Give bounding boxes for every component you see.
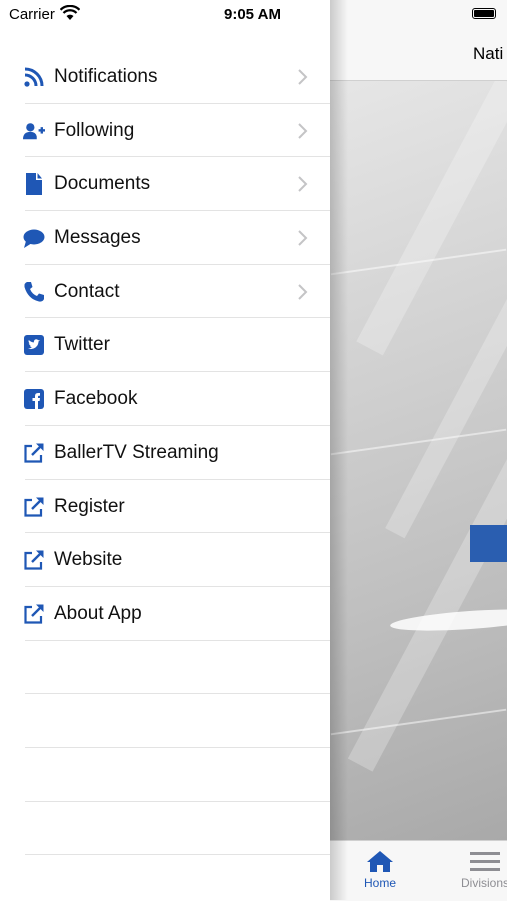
tab-home[interactable]: Home — [350, 849, 410, 890]
home-icon — [367, 851, 393, 872]
menu-item-facebook[interactable]: Facebook — [24, 372, 330, 426]
app-screen[interactable]: Nati Home Divisions — [330, 0, 507, 901]
chevron-right-icon — [298, 69, 308, 85]
menu-item-label: Following — [54, 119, 135, 141]
menu-item-documents[interactable]: Documents — [25, 157, 330, 212]
tab-divisions-label: Divisions — [460, 876, 507, 890]
wifi-icon — [60, 5, 80, 20]
external-link-icon — [24, 604, 44, 624]
menu-icon — [470, 852, 500, 871]
tab-bar: Home Divisions — [330, 840, 507, 901]
empty-row — [25, 694, 330, 748]
tab-divisions[interactable]: Divisions — [450, 849, 507, 890]
chevron-right-icon — [298, 230, 308, 246]
menu-item-following[interactable]: Following — [23, 104, 330, 158]
phone-icon — [24, 281, 44, 302]
empty-row — [25, 748, 330, 802]
status-bar: Carrier 9:05 AM — [0, 0, 330, 28]
app-title: Nati — [473, 44, 504, 63]
chevron-right-icon — [298, 122, 308, 139]
menu-item-website[interactable]: Website — [24, 533, 330, 587]
menu-item-label: Messages — [54, 227, 141, 249]
tab-home-label: Home — [363, 876, 396, 890]
menu-item-register[interactable]: Register — [24, 480, 330, 534]
menu-item-label: Website — [54, 549, 123, 571]
rss-icon — [24, 67, 44, 87]
side-drawer: Carrier 9:05 AM Notifications Following … — [0, 0, 330, 900]
menu-item-label: Notifications — [54, 66, 158, 87]
menu-item-label: Register — [54, 495, 125, 517]
hero-accent-block — [470, 525, 507, 562]
facebook-square-icon — [24, 389, 44, 410]
menu-item-label: Twitter — [54, 334, 110, 356]
hero-image — [330, 81, 507, 840]
clock: 9:05 AM — [224, 6, 281, 23]
external-link-icon — [24, 443, 44, 463]
menu-item-label: BallerTV Streaming — [54, 441, 219, 463]
menu-item-contact[interactable]: Contact — [24, 265, 330, 319]
menu-item-label: Documents — [54, 173, 151, 195]
document-icon — [26, 173, 42, 196]
drawer-menu: Notifications Following Documents Messag… — [0, 50, 330, 856]
external-link-icon — [24, 550, 44, 570]
menu-item-label: About App — [54, 602, 142, 624]
menu-item-notifications[interactable]: Notifications — [24, 50, 330, 104]
battery-icon — [472, 8, 496, 19]
menu-item-about-app[interactable]: About App — [24, 587, 330, 641]
empty-row — [25, 802, 330, 856]
chevron-right-icon — [298, 284, 308, 300]
menu-item-messages[interactable]: Messages — [23, 211, 330, 265]
external-link-icon — [24, 497, 44, 517]
chat-bubble-icon — [23, 229, 45, 249]
twitter-square-icon — [24, 335, 44, 356]
menu-item-label: Facebook — [54, 388, 138, 410]
menu-item-ballertv-streaming[interactable]: BallerTV Streaming — [24, 426, 330, 480]
carrier-label: Carrier — [9, 6, 55, 23]
app-status-bar — [330, 0, 507, 28]
user-plus-icon — [23, 122, 45, 139]
chevron-right-icon — [298, 176, 308, 193]
empty-row — [25, 641, 330, 695]
drawer-shadow — [330, 0, 348, 900]
menu-item-label: Contact — [54, 280, 120, 302]
menu-item-twitter[interactable]: Twitter — [24, 318, 330, 373]
